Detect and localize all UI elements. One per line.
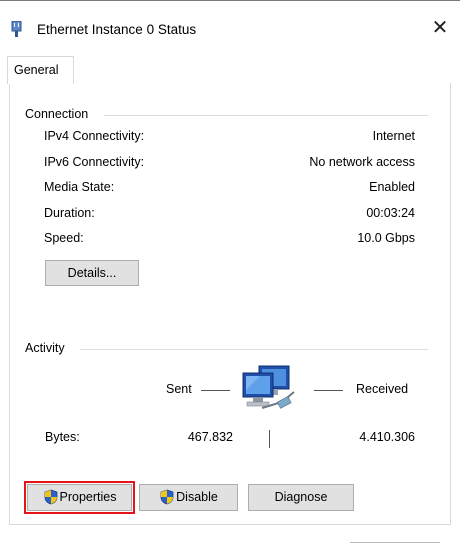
ipv6-label: IPv6 Connectivity: [44, 155, 145, 169]
ipv4-value: Internet [372, 129, 415, 143]
diagnose-button[interactable]: Diagnose [248, 484, 354, 511]
bytes-divider [269, 430, 270, 448]
network-computers-icon [242, 365, 295, 409]
close-button[interactable]: ✕ [420, 9, 460, 47]
details-button-label: Details... [67, 266, 117, 280]
speed-value: 10.0 Gbps [357, 231, 415, 245]
media-state-value: Enabled [369, 180, 415, 194]
close-button-edge [350, 542, 440, 547]
properties-highlight-box [24, 481, 135, 514]
ethernet-plug-icon [11, 21, 22, 37]
title-bar[interactable]: Ethernet Instance 0 Status ✕ [0, 1, 460, 47]
disable-button-label: Disable [176, 490, 218, 505]
ipv4-label: IPv4 Connectivity: [44, 129, 145, 143]
speed-label: Speed: [44, 231, 84, 245]
sent-dash [201, 390, 230, 391]
duration-label: Duration: [44, 206, 95, 220]
received-label: Received [356, 382, 409, 396]
bytes-received-value: 4.410.306 [359, 430, 415, 444]
activity-group-line [80, 349, 428, 350]
details-button[interactable]: Details... [45, 260, 139, 286]
activity-heading: Activity [25, 341, 71, 355]
received-dash [314, 390, 343, 391]
connection-group-line [104, 115, 428, 116]
diagnose-button-label: Diagnose [274, 490, 328, 504]
close-icon: ✕ [431, 17, 449, 39]
tab-panel-general [9, 83, 451, 525]
tab-general-label: General [14, 63, 59, 77]
window-title: Ethernet Instance 0 Status [37, 22, 197, 37]
bytes-label: Bytes: [45, 430, 80, 444]
tab-general[interactable]: General [7, 56, 74, 84]
sent-label: Sent [166, 382, 192, 396]
bytes-sent-value: 467.832 [187, 430, 233, 444]
disable-button[interactable]: Disable [139, 484, 238, 511]
uac-shield-icon [160, 489, 174, 505]
duration-value: 00:03:24 [366, 206, 415, 220]
ipv6-value: No network access [309, 155, 415, 169]
media-state-label: Media State: [44, 180, 115, 194]
connection-heading: Connection [25, 107, 95, 121]
